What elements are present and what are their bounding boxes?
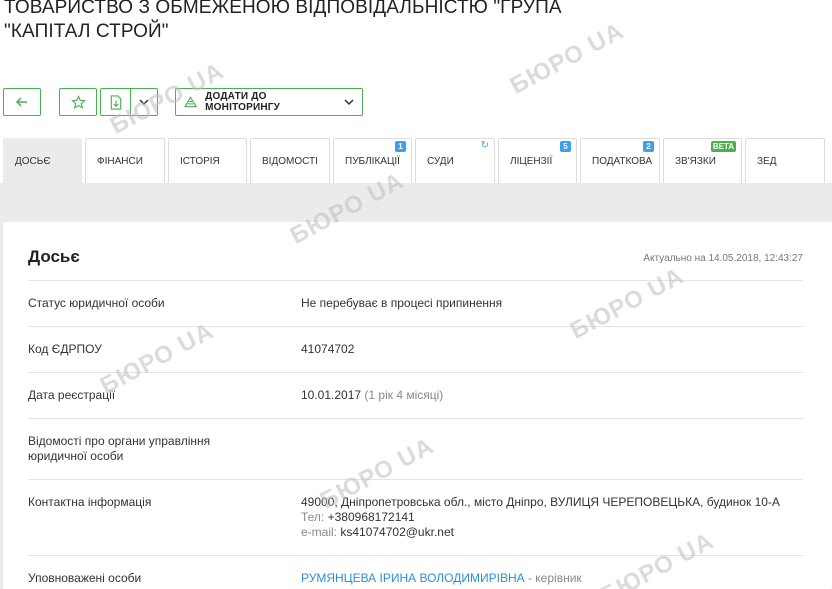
- tab-foreign-trade[interactable]: ЗЕД: [745, 138, 825, 183]
- export-button[interactable]: [100, 88, 158, 116]
- phone-value[interactable]: +380968172141: [328, 510, 415, 524]
- info-row: Відомості про органи управління юридично…: [28, 418, 803, 479]
- back-button[interactable]: [3, 88, 41, 116]
- tab-info[interactable]: ВІДОМОСТІ: [250, 138, 330, 183]
- tab-licenses[interactable]: ЛІЦЕНЗІЇ 5: [498, 138, 577, 183]
- tab-bar: ДОСЬЄ ФІНАНСИ ІСТОРІЯ ВІДОМОСТІ ПУБЛІКАЦ…: [3, 138, 832, 183]
- export-doc-icon: [110, 94, 121, 110]
- add-to-monitoring-button[interactable]: ДОДАТИ ДО МОНІТОРИНГУ: [175, 88, 363, 116]
- row-label: Уповноважені особи: [28, 571, 142, 585]
- tab-dossier[interactable]: ДОСЬЄ: [3, 138, 82, 183]
- address-text: 49000, Дніпропетровська обл., місто Дніп…: [301, 495, 780, 509]
- updated-timestamp: Актуально на 14.05.2018, 12:43:27: [643, 253, 803, 264]
- tab-history[interactable]: ІСТОРІЯ: [168, 138, 247, 183]
- legal-status-value: Не перебуває в процесі припинення: [301, 296, 503, 310]
- row-label: Контактна інформація: [28, 495, 152, 509]
- chevron-down-icon: [344, 98, 354, 106]
- info-row: Контактна інформація 49000, Дніпропетров…: [28, 479, 803, 555]
- tab-label: ІСТОРІЯ: [180, 155, 220, 167]
- tab-label: ВІДОМОСТІ: [262, 155, 318, 167]
- arrow-left-icon: [15, 97, 27, 107]
- star-icon: [70, 94, 86, 109]
- tab-finance[interactable]: ФІНАНСИ: [85, 138, 165, 183]
- row-label: Відомості про органи управління юридично…: [28, 434, 211, 463]
- tab-label: ДОСЬЄ: [15, 155, 51, 167]
- count-badge: 5: [560, 141, 571, 152]
- info-row: Код ЄДРПОУ 41074702: [28, 326, 803, 372]
- info-row: Уповноважені особи РУМЯНЦЕВА ІРИНА ВОЛОД…: [28, 555, 803, 589]
- tab-label: ЗЕД: [757, 155, 777, 167]
- monitor-icon: [184, 96, 198, 108]
- tab-label: ПУБЛІКАЦІЇ: [345, 155, 400, 167]
- age-note: (1 рік 4 місяці): [364, 388, 444, 402]
- tab-publications[interactable]: ПУБЛІКАЦІЇ 1: [333, 138, 412, 183]
- favorite-button[interactable]: [59, 88, 97, 116]
- edrpou-value: 41074702: [301, 342, 355, 356]
- sync-icon: ↻: [480, 140, 489, 151]
- tab-label: СУДИ: [427, 155, 454, 167]
- email-line: e-mail: ks41074702@ukr.net: [301, 525, 801, 540]
- info-row: Дата реєстрації 10.01.2017 (1 рік 4 міся…: [28, 372, 803, 418]
- email-value[interactable]: ks41074702@ukr.net: [340, 525, 454, 539]
- tab-courts[interactable]: СУДИ ↻: [415, 138, 495, 183]
- email-label: e-mail:: [301, 525, 338, 539]
- chevron-down-icon: [139, 99, 149, 106]
- person-link[interactable]: РУМЯНЦЕВА ІРИНА ВОЛОДИМИРІВНА: [301, 571, 525, 585]
- beta-badge: beta: [710, 141, 736, 152]
- row-label: Дата реєстрації: [28, 388, 116, 402]
- phone-label: Тел:: [301, 510, 325, 524]
- tab-tax[interactable]: ПОДАТКОВА 2: [580, 138, 660, 183]
- tab-label: ФІНАНСИ: [97, 155, 143, 167]
- registration-date-value: 10.01.2017 (1 рік 4 місяці): [301, 388, 801, 403]
- row-label: Статус юридичної особи: [28, 296, 165, 310]
- export-main[interactable]: [101, 89, 131, 115]
- count-badge: 1: [395, 141, 406, 152]
- tab-connections[interactable]: ЗВ'ЯЗКИ beta: [663, 138, 742, 183]
- dossier-card: Досьє Актуально на 14.05.2018, 12:43:27 …: [3, 222, 832, 589]
- date-text: 10.01.2017: [301, 388, 362, 402]
- phone-line: Тел: +380968172141: [301, 510, 801, 525]
- add-to-monitoring-label: ДОДАТИ ДО МОНІТОРИНГУ: [205, 91, 281, 113]
- dossier-title: Досьє: [28, 247, 80, 266]
- contact-value: 49000, Дніпропетровська обл., місто Дніп…: [301, 495, 801, 540]
- person-role: - керівник: [527, 571, 582, 585]
- row-label: Код ЄДРПОУ: [28, 342, 102, 356]
- authorized-person-value: РУМЯНЦЕВА ІРИНА ВОЛОДИМИРІВНА - керівник: [301, 571, 801, 586]
- tab-label: ЗВ'ЯЗКИ: [675, 155, 716, 167]
- tab-label: ЛІЦЕНЗІЇ: [510, 155, 553, 167]
- company-title: ТОВАРИСТВО З ОБМЕЖЕНОЮ ВІДПОВІДАЛЬНІСТЮ …: [4, 0, 562, 42]
- export-dropdown-toggle[interactable]: [131, 89, 157, 115]
- count-badge: 2: [643, 141, 654, 152]
- info-row: Статус юридичної особи Не перебуває в пр…: [28, 280, 803, 326]
- tab-label: ПОДАТКОВА: [592, 155, 653, 167]
